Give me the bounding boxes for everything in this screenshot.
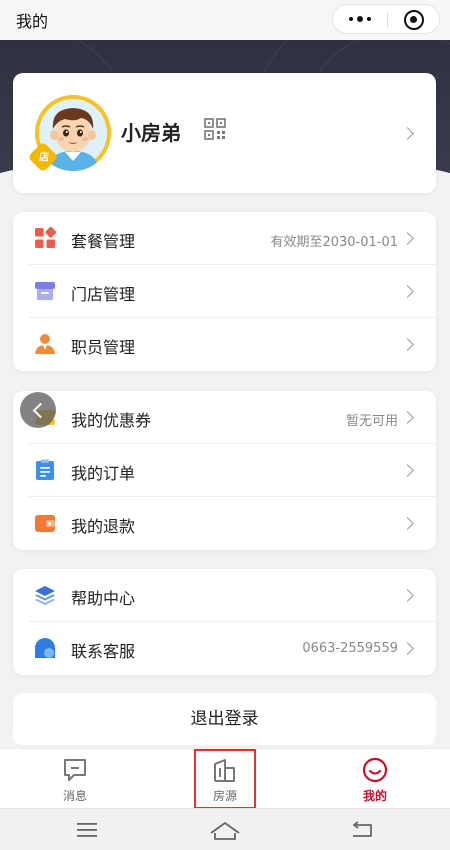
menu-item-label: 我的退款 xyxy=(71,517,136,536)
chevron-right-icon xyxy=(401,338,414,351)
management-group: 套餐管理 有效期至2030-01-01 门店管理 职员管理 xyxy=(13,212,436,371)
store-icon xyxy=(35,282,55,300)
username: 小房弟 xyxy=(121,121,181,145)
chevron-right-icon xyxy=(401,127,414,140)
service-icon xyxy=(35,638,55,658)
message-icon xyxy=(64,759,86,781)
smile-icon xyxy=(362,757,388,783)
menu-item-label: 联系客服 xyxy=(71,642,136,661)
chevron-right-icon xyxy=(401,464,414,477)
target-icon[interactable] xyxy=(404,10,424,30)
menu-item-refunds[interactable]: 我的退款 xyxy=(13,497,436,550)
home-icon[interactable] xyxy=(209,821,241,841)
chevron-right-icon xyxy=(401,642,414,655)
orders-group: 我的优惠券 暂无可用 我的订单 我的退款 xyxy=(13,391,436,550)
tab-label: 我的 xyxy=(362,789,387,803)
service-phone: 0663-2559559 xyxy=(302,641,398,656)
wallet-icon xyxy=(35,515,55,532)
menu-item-orders[interactable]: 我的订单 xyxy=(13,444,436,497)
menu-item-label: 套餐管理 xyxy=(71,232,136,251)
top-bar: 我的 xyxy=(0,0,450,40)
menu-item-customer-service[interactable]: 联系客服 0663-2559559 xyxy=(13,622,436,675)
tab-label: 消息 xyxy=(62,789,87,803)
logout-button[interactable]: 退出登录 xyxy=(13,693,436,745)
menu-item-label: 门店管理 xyxy=(71,285,136,304)
back-float-button[interactable] xyxy=(20,392,56,428)
chevron-right-icon xyxy=(401,589,414,602)
chevron-right-icon xyxy=(401,517,414,530)
menu-item-label: 我的优惠券 xyxy=(71,411,152,430)
layers-icon xyxy=(35,586,55,605)
capsule-divider xyxy=(387,12,388,28)
grid-icon xyxy=(35,227,56,248)
mini-program-capsule xyxy=(332,4,440,34)
package-expiry: 有效期至2030-01-01 xyxy=(270,235,398,250)
chevron-right-icon xyxy=(401,232,414,245)
menu-icon[interactable] xyxy=(76,821,98,839)
menu-item-coupons[interactable]: 我的优惠券 暂无可用 xyxy=(13,391,436,444)
chevron-right-icon xyxy=(401,285,414,298)
qr-code-icon[interactable] xyxy=(204,118,226,140)
tab-mine[interactable]: 我的 xyxy=(300,749,450,809)
more-dots-icon[interactable] xyxy=(333,5,387,33)
coupon-status: 暂无可用 xyxy=(345,414,398,429)
menu-item-label: 我的订单 xyxy=(71,464,136,483)
system-nav-bar xyxy=(0,808,450,850)
selection-highlight-box xyxy=(194,749,256,809)
menu-item-help[interactable]: 帮助中心 xyxy=(13,569,436,622)
chevron-right-icon xyxy=(401,411,414,424)
menu-item-label: 帮助中心 xyxy=(71,589,136,608)
menu-item-package[interactable]: 套餐管理 有效期至2030-01-01 xyxy=(13,212,436,265)
support-group: 帮助中心 联系客服 0663-2559559 xyxy=(13,569,436,675)
store-badge-label: 店 xyxy=(39,152,50,164)
tab-messages[interactable]: 消息 xyxy=(0,749,150,809)
menu-item-staff[interactable]: 职员管理 xyxy=(13,318,436,371)
page-title: 我的 xyxy=(16,12,49,31)
staff-icon xyxy=(35,334,55,354)
back-icon[interactable] xyxy=(350,821,374,839)
menu-item-label: 职员管理 xyxy=(71,338,136,357)
order-icon xyxy=(36,459,54,480)
profile-card[interactable]: 店 小房弟 xyxy=(13,73,436,193)
menu-item-store[interactable]: 门店管理 xyxy=(13,265,436,318)
